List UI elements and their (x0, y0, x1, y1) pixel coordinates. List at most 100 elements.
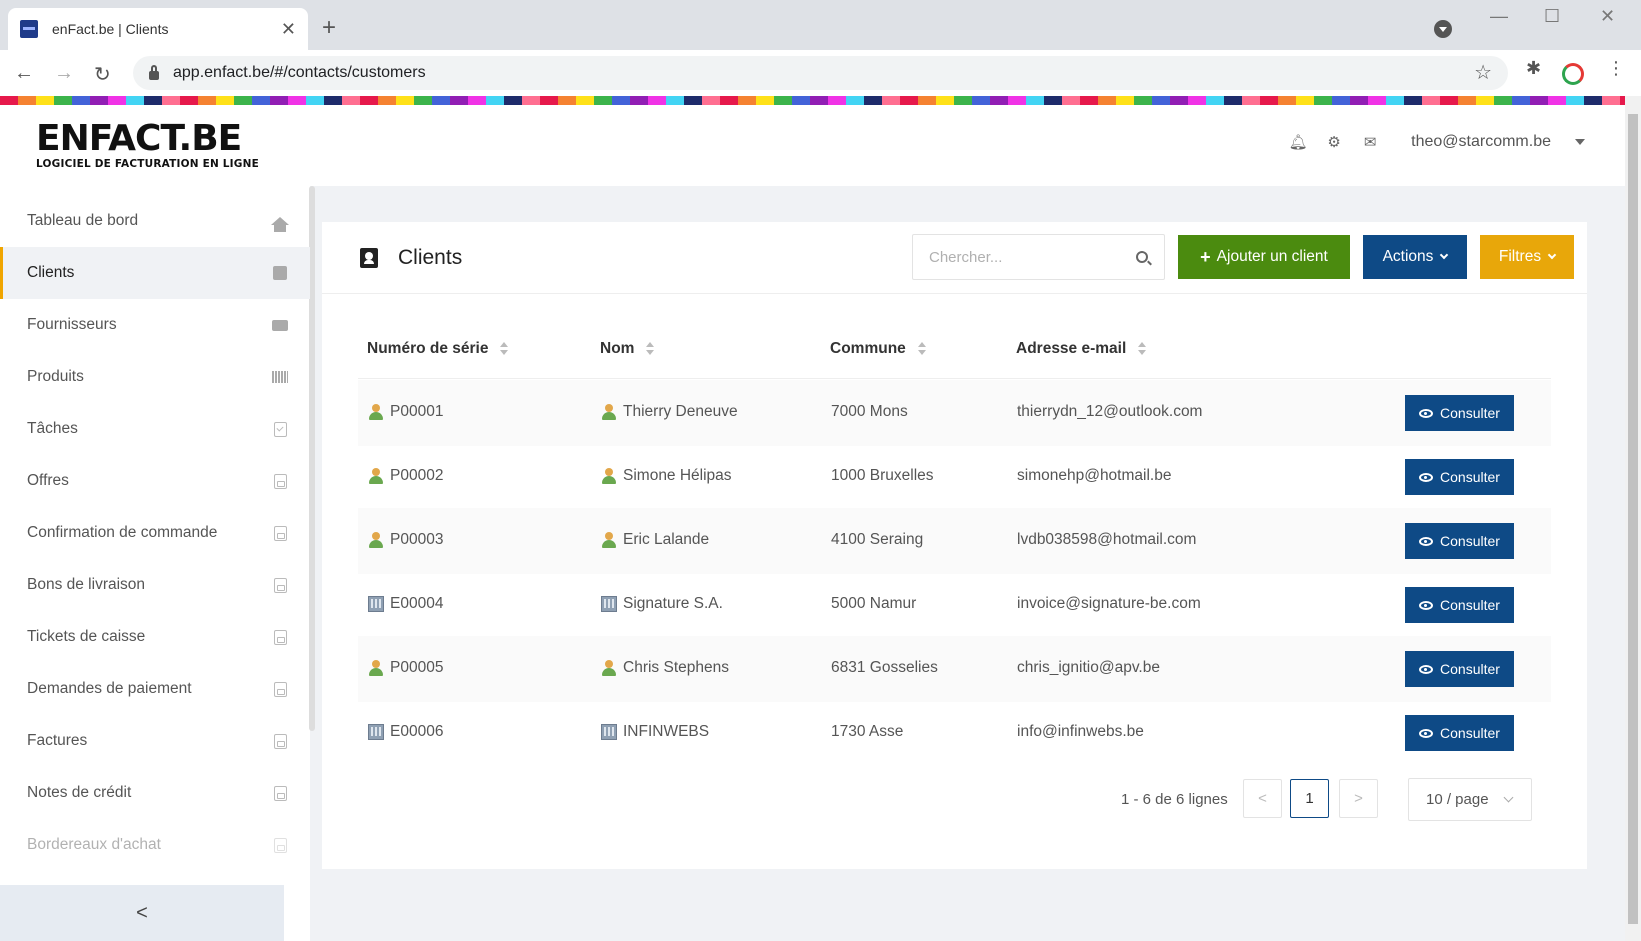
contact-book-icon-shape (273, 266, 287, 280)
sidebar-item[interactable]: Fournisseurs (0, 299, 310, 351)
sidebar-item[interactable]: Factures (0, 715, 310, 767)
sidebar-item[interactable]: Confirmation de commande (0, 507, 310, 559)
sort-icon[interactable] (1138, 342, 1147, 356)
favicon-icon (20, 20, 38, 38)
table-row[interactable]: E00006 INFINWEBS 1730 Asse info@infinwebs.b… (358, 700, 1551, 766)
back-icon[interactable]: ← (14, 62, 34, 85)
minimize-icon[interactable]: — (1490, 6, 1508, 27)
cell-commune: 5000 Namur (831, 595, 916, 613)
table-row[interactable]: P00002 Simone Hélipas 1000 Bruxelles simone… (358, 444, 1551, 510)
eye-icon (1419, 536, 1434, 546)
previous-page-button[interactable]: < (1243, 779, 1282, 818)
serial-number: E00006 (390, 723, 444, 740)
consult-button[interactable]: Consulter (1405, 651, 1514, 687)
sort-icon[interactable] (646, 342, 655, 356)
page-scrollbar-thumb[interactable] (1628, 114, 1638, 924)
person-icon (368, 532, 384, 548)
sidebar-item[interactable]: Tableau de bord (0, 195, 310, 247)
table-row[interactable]: P00005 Chris Stephens 6831 Gosselies chris_… (358, 636, 1551, 702)
extensions-puzzle-icon[interactable]: ✱ (1526, 58, 1541, 79)
envelope-icon[interactable]: ✉ (1361, 133, 1379, 151)
sidebar-item[interactable]: Bordereaux d'achat (0, 819, 310, 871)
table-row[interactable]: P00001 Thierry Deneuve 7000 Mons thierrydn_… (358, 380, 1551, 446)
settings-gears-icon[interactable]: ⚙ (1325, 133, 1343, 151)
add-client-button[interactable]: + Ajouter un client (1178, 235, 1350, 279)
sort-icon[interactable] (500, 342, 509, 356)
sidebar-item-label: Confirmation de commande (27, 524, 218, 541)
page-size-select[interactable]: 10 / page (1408, 778, 1532, 821)
page-scrollbar[interactable] (1625, 96, 1641, 941)
consult-button[interactable]: Consulter (1405, 459, 1514, 495)
cell-name: Chris Stephens (601, 659, 729, 677)
search-input[interactable] (929, 248, 1136, 266)
building-icon (601, 596, 617, 612)
pdf-file-icon-shape (273, 837, 287, 853)
column-header-email[interactable]: Adresse e-mail (1016, 340, 1147, 358)
barcode-icon-shape (272, 371, 288, 383)
sidebar-item[interactable]: Demandes de paiement (0, 663, 310, 715)
brand-color-stripe (0, 96, 1625, 105)
sort-icon[interactable] (917, 342, 926, 356)
page-title-text: Clients (398, 246, 463, 269)
consult-button[interactable]: Consulter (1405, 523, 1514, 559)
next-page-button[interactable]: > (1339, 779, 1378, 818)
sidebar-item[interactable]: Produits (0, 351, 310, 403)
logo-title: ENFACT.BE (36, 118, 242, 159)
sidebar-item[interactable]: Tâches (0, 403, 310, 455)
pdf-file-icon-shape (273, 681, 287, 697)
extension-icon[interactable] (1562, 63, 1584, 85)
consult-button[interactable]: Consulter (1405, 715, 1514, 751)
eye-icon (1419, 472, 1434, 482)
forward-icon[interactable]: → (54, 62, 74, 85)
logo[interactable]: ENFACT.BE LOGICIEL DE FACTURATION EN LIG… (36, 118, 259, 171)
person-icon (601, 532, 617, 548)
sidebar-item[interactable]: Tickets de caisse (0, 611, 310, 663)
sidebar-item[interactable]: Bons de livraison (0, 559, 310, 611)
table-row[interactable]: P00003 Eric Lalande 4100 Seraing lvdb038598… (358, 508, 1551, 574)
column-header-label: Adresse e-mail (1016, 340, 1127, 357)
address-bar: ← → ↻ app.enfact.be/#/contacts/customers… (0, 50, 1641, 96)
user-menu[interactable]: theo@starcomm.be (1411, 133, 1551, 151)
column-header-name[interactable]: Nom (600, 340, 655, 358)
sidebar-item[interactable]: Offres (0, 455, 310, 507)
building-icon (368, 724, 384, 740)
cell-name: INFINWEBS (601, 723, 709, 741)
close-window-icon[interactable]: ✕ (1600, 6, 1615, 27)
column-header-serial[interactable]: Numéro de série (367, 340, 509, 358)
actions-dropdown-button[interactable]: Actions (1363, 235, 1467, 279)
column-header-commune[interactable]: Commune (830, 340, 926, 358)
new-tab-icon[interactable]: + (322, 14, 336, 42)
email: lvdb038598@hotmail.com (1017, 531, 1197, 548)
sidebar-item-label: Fournisseurs (27, 316, 117, 333)
chevron-down-icon (1547, 250, 1557, 260)
table-row[interactable]: E00004 Signature S.A. 5000 Namur invoice@si… (358, 572, 1551, 638)
page-title: Clients (360, 246, 462, 270)
logo-subtitle: LOGICIEL DE FACTURATION EN LIGNE (36, 158, 259, 170)
sidebar-item[interactable]: Notes de crédit (0, 767, 310, 819)
browser-menu-icon[interactable]: ⋮ (1607, 58, 1625, 79)
consult-label: Consulter (1440, 533, 1500, 549)
sidebar-item[interactable]: Clients (0, 247, 310, 299)
page-1-button[interactable]: 1 (1290, 779, 1329, 818)
chevron-down-icon (1440, 250, 1449, 260)
card-header: Clients + Ajouter un client Actions Filt… (322, 222, 1587, 294)
close-tab-icon[interactable]: ✕ (281, 19, 296, 40)
barcode-icon (272, 369, 288, 385)
commune: 5000 Namur (831, 595, 917, 612)
reload-icon[interactable]: ↻ (94, 62, 111, 87)
consult-button[interactable]: Consulter (1405, 395, 1514, 431)
consult-button[interactable]: Consulter (1405, 587, 1514, 623)
sidebar-collapse-button[interactable]: < (0, 885, 284, 941)
browser-tab[interactable]: enFact.be | Clients ✕ (8, 8, 308, 50)
bookmark-star-icon[interactable]: ☆ (1474, 60, 1492, 85)
search-icon[interactable] (1136, 251, 1148, 263)
pdf-file-icon-shape (273, 525, 287, 541)
user-menu-caret-icon[interactable] (1575, 139, 1585, 145)
bell-icon[interactable]: 🔔︎ (1289, 133, 1308, 151)
url-field[interactable]: app.enfact.be/#/contacts/customers ☆ (133, 56, 1508, 90)
person-icon (368, 404, 384, 420)
maximize-icon[interactable]: ☐ (1544, 6, 1560, 27)
filters-dropdown-button[interactable]: Filtres (1480, 235, 1574, 279)
commune: 4100 Seraing (831, 531, 924, 548)
profile-menu-icon[interactable] (1434, 20, 1452, 38)
